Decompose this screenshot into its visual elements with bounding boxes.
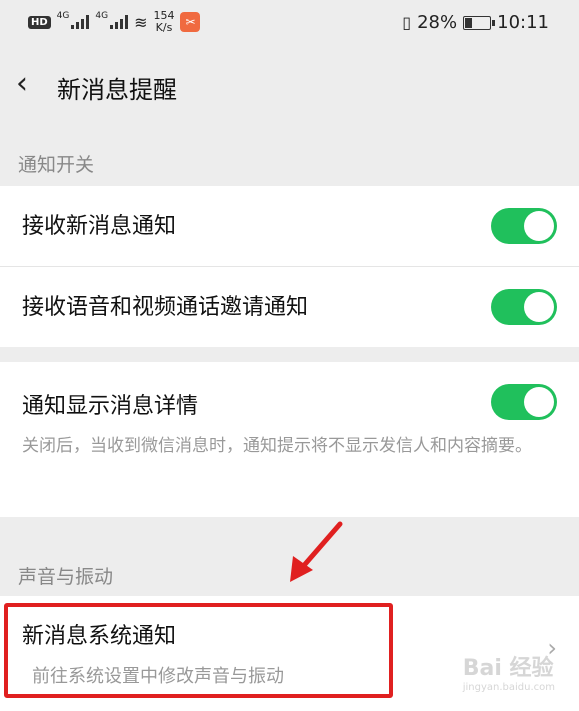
watermark-sub: jingyan.baidu.com [462, 682, 555, 693]
annotation-arrow-icon [290, 521, 343, 582]
watermark: Bai 经验 jingyan.baidu.com [463, 650, 555, 693]
watermark-main: Bai 经验 [462, 656, 554, 681]
